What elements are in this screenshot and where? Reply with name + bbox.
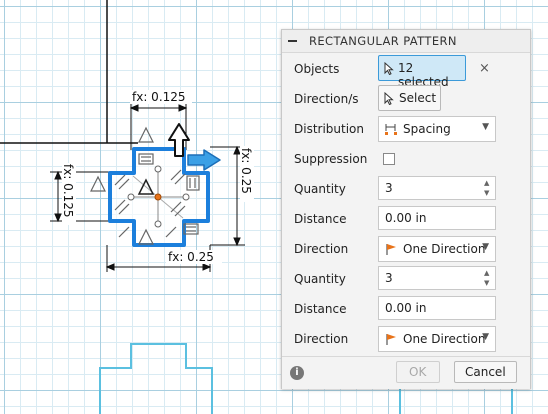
quantity-1-value: 3 — [385, 181, 393, 195]
quantity-1-label: Quantity — [294, 182, 346, 196]
direction-1-dropdown[interactable]: One Direction ▼ — [378, 236, 496, 262]
direction-2-label: Direction — [294, 332, 349, 346]
direction-2-dropdown[interactable]: One Direction ▼ — [378, 326, 496, 352]
quantity-2-stepper[interactable]: ▲ ▼ — [483, 268, 493, 288]
panel-header: RECTANGULAR PATTERN — [282, 30, 530, 53]
direction-2-value: One Direction — [403, 332, 486, 346]
quantity-2-value: 3 — [385, 271, 393, 285]
ok-button-label: OK — [409, 365, 427, 379]
chevron-down-icon: ▼ — [482, 122, 489, 132]
arrow-right-manipulator[interactable] — [187, 149, 221, 171]
quantity-2-label: Quantity — [294, 272, 346, 286]
chevron-down-icon: ▼ — [482, 242, 489, 252]
dimension-top-label[interactable]: fx: 0.125 — [132, 90, 186, 104]
panel-title: RECTANGULAR PATTERN — [309, 34, 457, 48]
direction-1-value: One Direction — [403, 242, 486, 256]
distribution-value: Spacing — [403, 122, 451, 136]
dimension-bottom-label[interactable]: fx: 0.25 — [168, 250, 214, 264]
dimension-left[interactable] — [50, 170, 110, 223]
distance-2-label: Distance — [294, 302, 347, 316]
flag-direction-icon — [386, 334, 396, 345]
direction-select-button[interactable]: Select — [378, 85, 441, 111]
objects-select-button[interactable]: 12 selected — [378, 55, 466, 89]
panel-footer: i OK Cancel — [282, 356, 530, 389]
distribution-label: Distribution — [294, 122, 365, 136]
cursor-icon — [384, 62, 394, 75]
quantity-2-input[interactable]: 3 ▲ ▼ — [378, 266, 496, 290]
chevron-down-icon: ▼ — [482, 332, 489, 342]
distance-1-input[interactable]: 0.00 in — [378, 206, 496, 230]
distance-1-label: Distance — [294, 212, 347, 226]
distance-2-value: 0.00 in — [385, 301, 427, 315]
objects-label: Objects — [294, 62, 340, 76]
info-icon[interactable]: i — [290, 366, 304, 380]
suppression-checkbox[interactable] — [383, 153, 395, 165]
spacing-icon — [385, 124, 397, 135]
ok-button[interactable]: OK — [396, 361, 440, 383]
distance-2-input[interactable]: 0.00 in — [378, 296, 496, 320]
cancel-button[interactable]: Cancel — [454, 361, 517, 383]
quantity-1-input[interactable]: 3 ▲ ▼ — [378, 176, 496, 200]
direction-label: Direction/s — [294, 92, 359, 106]
dimension-left-label[interactable]: fx: 0.125 — [61, 164, 75, 218]
flag-direction-icon — [386, 244, 396, 255]
dimension-right-label[interactable]: fx: 0.25 — [239, 148, 253, 194]
rectangular-pattern-panel: RECTANGULAR PATTERN Objects 12 selected … — [281, 29, 531, 389]
sketch-profile-lower-left — [99, 343, 213, 414]
collapse-icon[interactable] — [288, 40, 297, 42]
distribution-dropdown[interactable]: Spacing ▼ — [378, 116, 496, 142]
suppression-label: Suppression — [294, 152, 368, 166]
direction-select-label: Select — [399, 91, 437, 105]
distance-1-value: 0.00 in — [385, 211, 427, 225]
clear-selection-icon[interactable]: × — [479, 61, 490, 76]
cancel-button-label: Cancel — [465, 365, 506, 379]
quantity-1-stepper[interactable]: ▲ ▼ — [483, 178, 493, 198]
direction-1-label: Direction — [294, 242, 349, 256]
cursor-icon — [384, 92, 394, 105]
